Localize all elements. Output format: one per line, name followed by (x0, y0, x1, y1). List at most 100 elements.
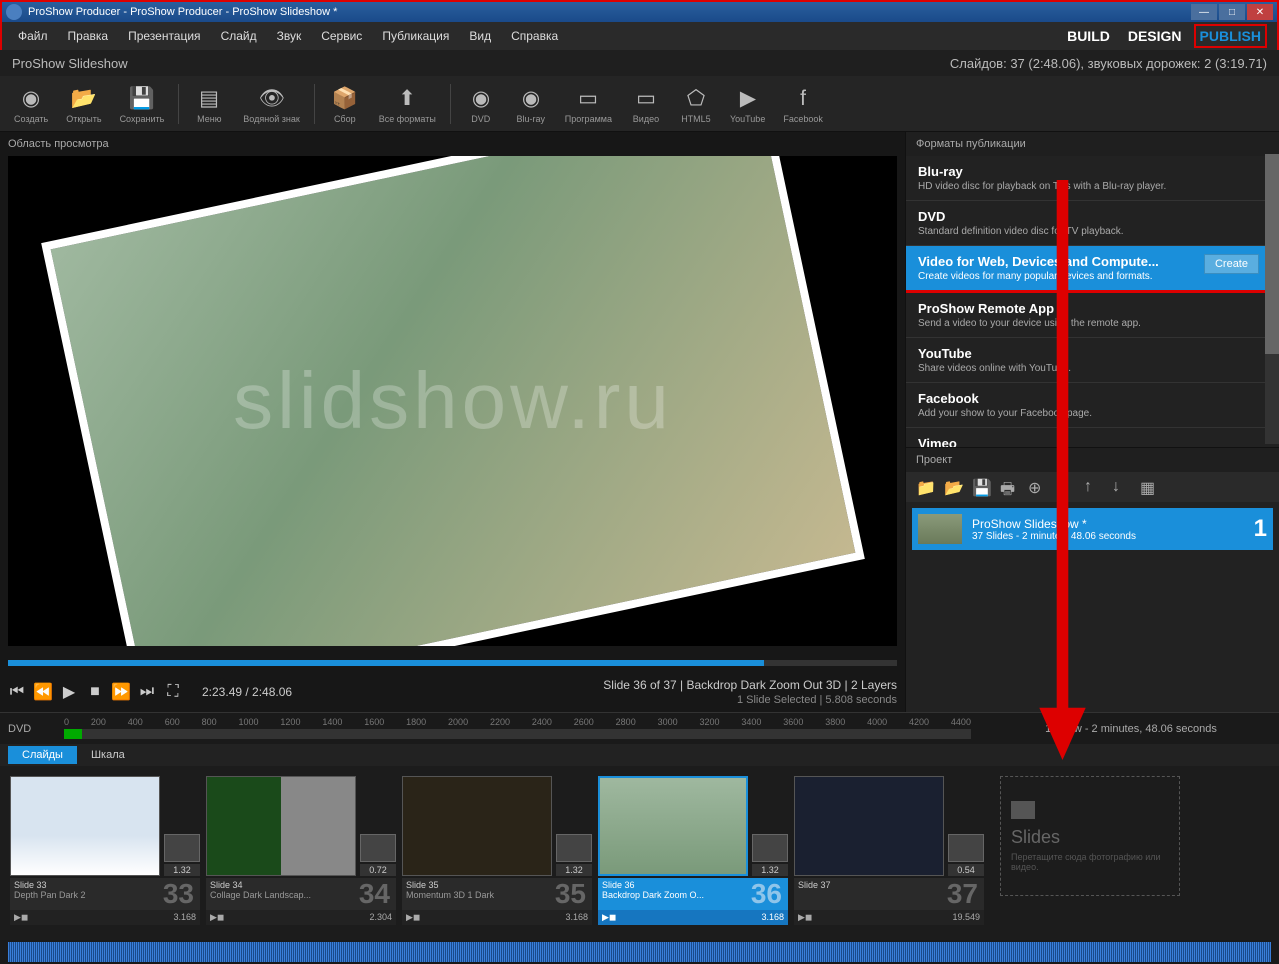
ruler[interactable]: 0200400600800100012001400160018002000220… (64, 717, 971, 741)
tab-publish[interactable]: PUBLISH (1194, 24, 1267, 48)
tool-yt[interactable]: ▶YouTube (722, 82, 773, 126)
menu-Сервис[interactable]: Сервис (313, 25, 370, 47)
slide-name: Slide 35 (406, 880, 545, 890)
menu-Вид[interactable]: Вид (461, 25, 499, 47)
slide-play-icon[interactable]: ▶◼ (210, 912, 224, 923)
waveform[interactable] (0, 940, 1279, 964)
scrollbar[interactable] (1265, 154, 1279, 444)
titlebar[interactable]: ProShow Producer - ProShow Producer - Pr… (0, 0, 1279, 22)
html5-icon: ⬠ (682, 84, 710, 112)
publish-item[interactable]: FacebookAdd your show to your Facebook p… (906, 383, 1279, 428)
slide-thumb[interactable] (402, 776, 552, 876)
publish-item[interactable]: Video for Web, Devices and Compute...Cre… (906, 246, 1279, 293)
yt-icon: ▶ (734, 84, 762, 112)
publish-item[interactable]: Blu-rayHD video disc for playback on TVs… (906, 156, 1279, 201)
transition-thumb[interactable] (556, 834, 592, 862)
slides-placeholder[interactable]: SlidesПеретащите сюда фотографию или вид… (1000, 776, 1180, 896)
menu-Справка[interactable]: Справка (503, 25, 566, 47)
slide-card[interactable]: 1.32Slide 33Depth Pan Dark 233▶◼3.168 (10, 776, 200, 930)
proj-new-icon[interactable]: 📁 (916, 478, 934, 496)
publish-item[interactable]: VimeoProduce and upload videos to Vimeo. (906, 428, 1279, 448)
proj-down-icon[interactable]: ↓ (1112, 478, 1130, 496)
placeholder-text: Перетащите сюда фотографию или видео. (1011, 852, 1169, 872)
menu-Слайд[interactable]: Слайд (213, 25, 265, 47)
slide-card[interactable]: 0.54Slide 3737▶◼19.549 (794, 776, 984, 930)
slide-play-icon[interactable]: ▶◼ (406, 912, 420, 923)
menu-Публикация[interactable]: Публикация (374, 25, 457, 47)
project-thumb (918, 514, 962, 544)
tool-exe[interactable]: ▭Программа (557, 82, 620, 126)
tool-new[interactable]: ◉Создать (6, 82, 56, 126)
publish-item[interactable]: DVDStandard definition video disc for TV… (906, 201, 1279, 246)
menu-Звук[interactable]: Звук (269, 25, 310, 47)
slide-card[interactable]: 1.32Slide 35Momentum 3D 1 Dark35▶◼3.168 (402, 776, 592, 930)
transition-thumb[interactable] (360, 834, 396, 862)
svg-text:▶: ▶ (740, 87, 757, 110)
tab-slides[interactable]: Слайды (8, 746, 77, 764)
maximize-button[interactable]: □ (1219, 4, 1245, 20)
transition-duration: 0.72 (360, 864, 396, 876)
menu-Презентация[interactable]: Презентация (120, 25, 209, 47)
new-icon: ◉ (17, 84, 45, 112)
publish-title: ProShow Remote App (918, 301, 1267, 316)
tool-fb[interactable]: fFacebook (775, 82, 831, 126)
transition-thumb[interactable] (164, 834, 200, 862)
minimize-button[interactable]: — (1191, 4, 1217, 20)
proj-print-icon[interactable]: 🖶 (1000, 478, 1018, 496)
menubar: ФайлПравкаПрезентацияСлайдЗвукСервисПубл… (10, 25, 1067, 47)
play-button[interactable]: ▶ (60, 683, 78, 701)
svg-text:◉: ◉ (472, 87, 490, 110)
tool-wm[interactable]: 👁Водяной знак (235, 82, 307, 126)
tool-all[interactable]: ⬆Все форматы (371, 82, 444, 126)
slide-play-icon[interactable]: ▶◼ (14, 912, 28, 923)
tool-video[interactable]: ▭Видео (622, 82, 670, 126)
slide-effect: Backdrop Dark Zoom O... (602, 890, 741, 900)
proj-grid-icon[interactable]: ▦ (1140, 478, 1158, 496)
tool-menu[interactable]: ▤Меню (185, 82, 233, 126)
tool-collect[interactable]: 📦Сбор (321, 82, 369, 126)
slide-thumb[interactable] (598, 776, 748, 876)
slide-card[interactable]: 0.72Slide 34Collage Dark Landscap...34▶◼… (206, 776, 396, 930)
tool-open[interactable]: 📂Открыть (58, 82, 109, 126)
slide-play-icon[interactable]: ▶◼ (798, 912, 812, 923)
close-button[interactable]: ✕ (1247, 4, 1273, 20)
proj-add-icon[interactable]: ⊕ (1028, 478, 1046, 496)
right-panel: Форматы публикации Blu-rayHD video disc … (905, 132, 1279, 712)
tab-scale[interactable]: Шкала (77, 746, 139, 764)
slide-thumb[interactable] (794, 776, 944, 876)
rewind-button[interactable]: ⏪ (34, 683, 52, 701)
proj-save-icon[interactable]: 💾 (972, 478, 990, 496)
stop-button[interactable]: ■ (86, 683, 104, 701)
tool-disc[interactable]: ◉Blu-ray (507, 82, 555, 126)
last-button[interactable]: ⏭ (138, 683, 156, 701)
project-item[interactable]: ProShow Slideshow * 37 Slides - 2 minute… (912, 508, 1273, 550)
transition-thumb[interactable] (948, 834, 984, 862)
tool-html5[interactable]: ⬠HTML5 (672, 82, 720, 126)
preview-canvas[interactable] (8, 156, 897, 646)
proj-remove-icon[interactable]: ⊖ (1056, 478, 1074, 496)
menu-Файл[interactable]: Файл (10, 25, 56, 47)
proj-up-icon[interactable]: ↑ (1084, 478, 1102, 496)
slide-card[interactable]: 1.32Slide 36Backdrop Dark Zoom O...36▶◼3… (598, 776, 788, 930)
slide-name: Slide 34 (210, 880, 349, 890)
tool-save[interactable]: 💾Сохранить (112, 82, 173, 126)
scrubber[interactable] (8, 660, 897, 666)
slide-play-icon[interactable]: ▶◼ (602, 912, 616, 923)
slide-thumb[interactable] (10, 776, 160, 876)
timeline[interactable]: 1.32Slide 33Depth Pan Dark 233▶◼3.168 0.7… (0, 766, 1279, 940)
tab-design[interactable]: DESIGN (1128, 28, 1182, 44)
proj-open-icon[interactable]: 📂 (944, 478, 962, 496)
publish-desc: HD video disc for playback on TVs with a… (918, 181, 1267, 192)
create-button[interactable]: Create (1204, 254, 1259, 274)
publish-item[interactable]: YouTubeShare videos online with YouTube. (906, 338, 1279, 383)
transition-thumb[interactable] (752, 834, 788, 862)
tool-disc[interactable]: ◉DVD (457, 82, 505, 126)
slide-thumb[interactable] (206, 776, 356, 876)
tab-build[interactable]: BUILD (1067, 28, 1110, 44)
project-panel: 📁 📂 💾 🖶 ⊕ ⊖ ↑ ↓ ▦ ProShow Slideshow * 37… (906, 472, 1279, 712)
menu-Правка[interactable]: Правка (60, 25, 117, 47)
forward-button[interactable]: ⏩ (112, 683, 130, 701)
fullscreen-button[interactable]: ⛶ (164, 683, 182, 701)
publish-item[interactable]: ProShow Remote AppSend a video to your d… (906, 293, 1279, 338)
first-button[interactable]: ⏮ (8, 683, 26, 701)
